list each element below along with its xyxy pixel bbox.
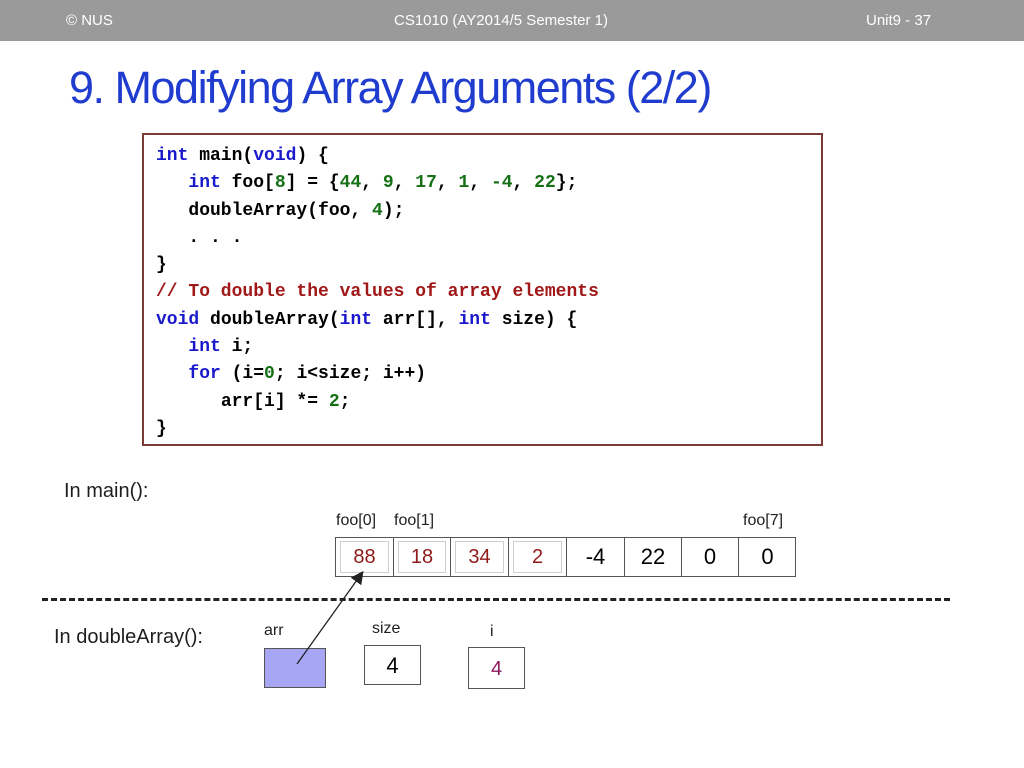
pointer-arrow	[296, 570, 364, 665]
